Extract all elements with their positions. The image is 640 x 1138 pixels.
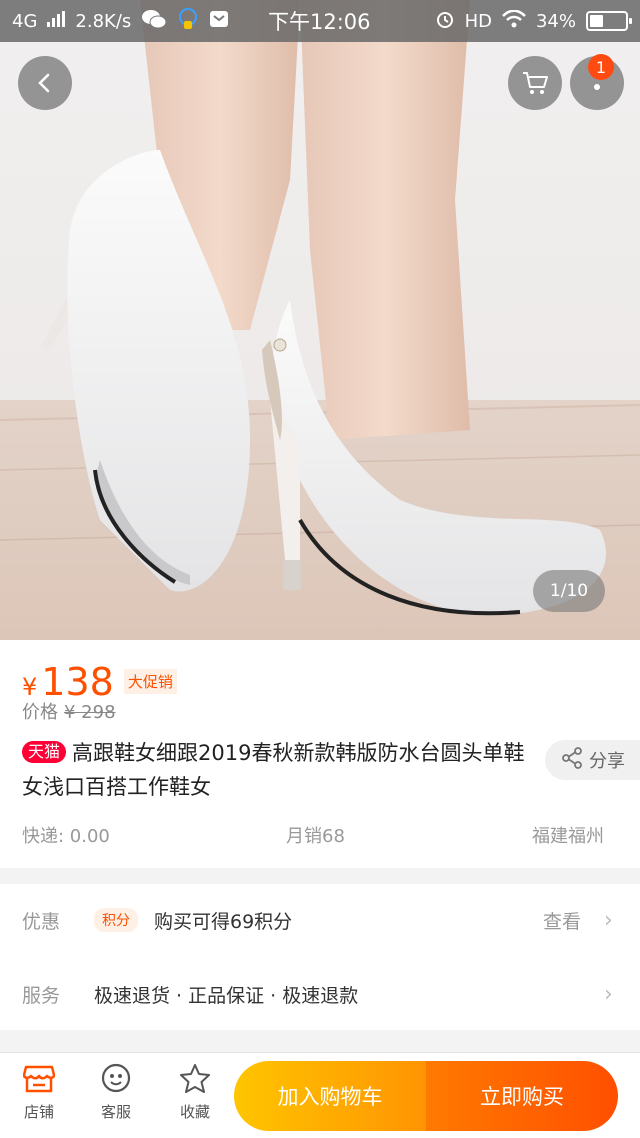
- status-bar: 4G 2.8K/s 下午12:06 HD 34%: [0, 0, 640, 42]
- promotions-section: 优惠 积分 购买可得69积分 查看 › 服务 极速退货 · 正品保证 · 极速退…: [0, 884, 640, 1030]
- store-label: 店铺: [23, 1103, 54, 1121]
- service-row[interactable]: 服务 极速退货 · 正品保证 · 极速退款 ›: [0, 958, 640, 1030]
- mail-icon: [209, 9, 229, 34]
- product-title-text: 高跟鞋女细跟2019春秋新款韩版防水台圆头单鞋女浅口百搭工作鞋女: [22, 741, 525, 799]
- currency-symbol: ¥: [22, 673, 38, 701]
- bottom-action-bar: 店铺 客服 收藏 加入购物车 立即购买: [0, 1052, 640, 1138]
- back-button[interactable]: [18, 56, 72, 110]
- alarm-icon: [435, 9, 455, 34]
- share-label: 分享: [589, 751, 625, 772]
- points-tag: 积分: [94, 908, 138, 932]
- cart-count-badge: 1: [588, 54, 614, 80]
- product-info: ¥ 138 大促销 价格 ¥ 298 天猫 高跟鞋女细跟2019春秋新款韩版防水台圆…: [0, 640, 640, 868]
- tmall-badge: 天猫: [22, 741, 67, 763]
- points-text: 购买可得69积分: [154, 910, 293, 933]
- clock: 下午12:06: [268, 10, 371, 34]
- network-type: 4G: [12, 10, 38, 32]
- original-price-label: 价格: [22, 702, 58, 723]
- battery-icon: [586, 11, 632, 31]
- customer-service-label: 客服: [100, 1103, 131, 1121]
- share-icon: [561, 746, 583, 774]
- cart-icon: [521, 70, 549, 96]
- view-label: 查看: [543, 910, 582, 933]
- assistant-icon: [177, 7, 199, 36]
- favorite-tab[interactable]: 收藏: [165, 1063, 225, 1122]
- chat-face-icon: [100, 1063, 132, 1101]
- store-tab[interactable]: 店铺: [9, 1063, 69, 1122]
- cart-button[interactable]: [508, 56, 562, 110]
- promo-tag: 大促销: [123, 669, 177, 694]
- wechat-icon: [141, 8, 167, 35]
- store-icon: [22, 1063, 56, 1101]
- image-counter: 1/10: [533, 570, 605, 612]
- add-to-cart-button[interactable]: 加入购物车: [234, 1061, 426, 1131]
- share-button[interactable]: 分享: [545, 740, 640, 780]
- battery-percent: 34%: [535, 10, 576, 32]
- buy-now-button[interactable]: 立即购买: [426, 1061, 618, 1131]
- star-icon: [179, 1063, 211, 1101]
- service-label: 服务: [22, 984, 61, 1007]
- product-title: 天猫 高跟鞋女细跟2019春秋新款韩版防水台圆头单鞋女浅口百搭工作鞋女: [22, 736, 532, 804]
- shipping-fee: 快递: 0.00: [22, 826, 110, 847]
- favorite-label: 收藏: [179, 1103, 210, 1121]
- chevron-right-icon: ›: [604, 907, 613, 933]
- monthly-sales: 月销68: [286, 826, 345, 847]
- wifi-icon: [502, 9, 526, 33]
- chevron-right-icon: ›: [604, 981, 613, 1007]
- network-speed: 2.8K/s: [75, 10, 132, 32]
- hd-indicator: HD: [464, 10, 492, 32]
- chevron-left-icon: [34, 72, 56, 94]
- service-text: 极速退货 · 正品保证 · 极速退款: [94, 984, 359, 1007]
- more-menu-button[interactable]: 1: [570, 54, 624, 110]
- customer-service-tab[interactable]: 客服: [86, 1063, 146, 1122]
- signal-icon: [47, 10, 66, 32]
- original-price-row: 价格 ¥ 298: [22, 698, 116, 724]
- discount-label: 优惠: [22, 910, 61, 933]
- product-image-carousel[interactable]: 1 1/10: [0, 0, 640, 640]
- original-price: ¥ 298: [64, 702, 116, 723]
- ship-location: 福建福州: [532, 826, 604, 847]
- discount-row[interactable]: 优惠 积分 购买可得69积分 查看 ›: [0, 884, 640, 956]
